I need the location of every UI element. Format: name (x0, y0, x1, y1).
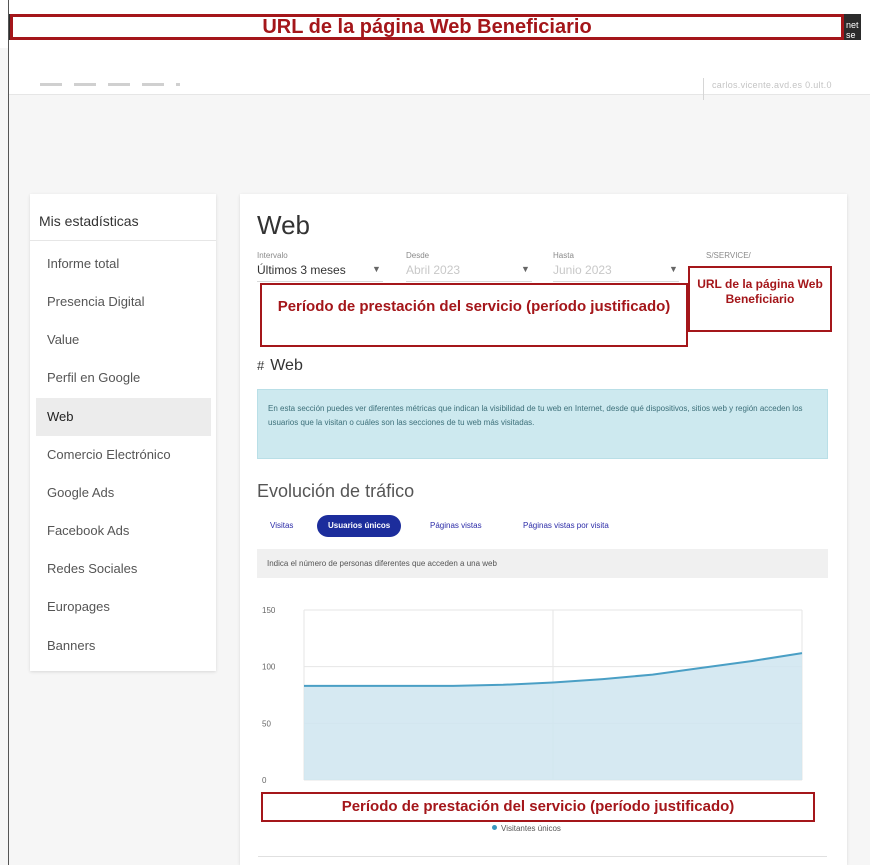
from-label: Desde (406, 251, 430, 260)
left-border (8, 0, 9, 865)
section-heading: # Web (257, 357, 303, 375)
app-logo[interactable] (40, 83, 180, 86)
interval-underline (257, 281, 383, 282)
from-underline (406, 281, 532, 282)
bottom-divider (258, 856, 827, 857)
tab-usuarios-unicos[interactable]: Usuarios únicos (317, 515, 402, 537)
period-chart-annotation-box: Período de prestación del servicio (perí… (261, 792, 815, 822)
sidebar-item-banners[interactable]: Banners (36, 627, 211, 665)
from-select[interactable]: Abril 2023 (406, 263, 460, 277)
sidebar-item-value[interactable]: Value (36, 321, 211, 359)
section-title: Web (270, 357, 303, 374)
legend-label: Visitantes únicos (501, 824, 561, 833)
service-label: S/SERVICE/ (706, 251, 751, 260)
y-tick-label: 100 (262, 663, 276, 672)
url-annotation-box: URL de la página Web Beneficiario (10, 14, 844, 40)
y-tick-label: 150 (262, 606, 276, 615)
sidebar-item-facebook-ads[interactable]: Facebook Ads (36, 512, 211, 550)
header-user-text[interactable]: carlos.vicente.avd.es 0.ult.0 (712, 80, 832, 90)
sidebar-title: Mis estadísticas (39, 213, 139, 229)
hash-icon: # (257, 358, 265, 373)
to-select[interactable]: Junio 2023 (553, 263, 612, 277)
tab-description: Indica el número de personas diferentes … (257, 549, 828, 578)
sidebar-divider (30, 240, 216, 241)
traffic-title: Evolución de tráfico (257, 481, 415, 501)
sidebar-item-informe-total[interactable]: Informe total (36, 245, 211, 283)
chevron-down-icon[interactable]: ▼ (521, 264, 530, 274)
sidebar-item-web[interactable]: Web (36, 398, 211, 436)
interval-select[interactable]: Últimos 3 meses (257, 263, 346, 277)
chevron-down-icon[interactable]: ▼ (372, 264, 381, 274)
to-label: Hasta (553, 251, 574, 260)
sidebar-item-google-ads[interactable]: Google Ads (36, 474, 211, 512)
tab-visitas[interactable]: Visitas (270, 515, 293, 537)
sidebar-item-europages[interactable]: Europages (36, 588, 211, 626)
legend-dot-icon (492, 825, 497, 830)
traffic-chart: 0 50 100 150 (262, 606, 803, 785)
chart-legend[interactable]: Visitantes únicos (492, 824, 561, 833)
y-tick-label: 0 (262, 776, 267, 785)
sidebar-item-presencia-digital[interactable]: Presencia Digital (36, 283, 211, 321)
url-annotation-small-box: URL de la página Web Beneficiario (688, 266, 832, 332)
interval-label: Intervalo (257, 251, 288, 260)
tab-paginas-vistas-por-visita[interactable]: Páginas vistas por visita (523, 515, 609, 537)
sidebar-item-perfil-google[interactable]: Perfil en Google (36, 359, 211, 397)
info-banner: En esta sección puedes ver diferentes mé… (257, 389, 828, 459)
url-tail-text: net se (846, 20, 859, 40)
to-underline (553, 281, 679, 282)
header-divider (703, 78, 704, 100)
tab-paginas-vistas[interactable]: Páginas vistas (430, 515, 482, 537)
sidebar-item-comercio-electronico[interactable]: Comercio Electrónico (36, 436, 211, 474)
sidebar-item-redes-sociales[interactable]: Redes Sociales (36, 550, 211, 588)
period-annotation-box: Período de prestación del servicio (perí… (260, 283, 688, 347)
y-tick-label: 50 (262, 719, 271, 728)
chevron-down-icon[interactable]: ▼ (669, 264, 678, 274)
page-title: Web (257, 210, 310, 240)
